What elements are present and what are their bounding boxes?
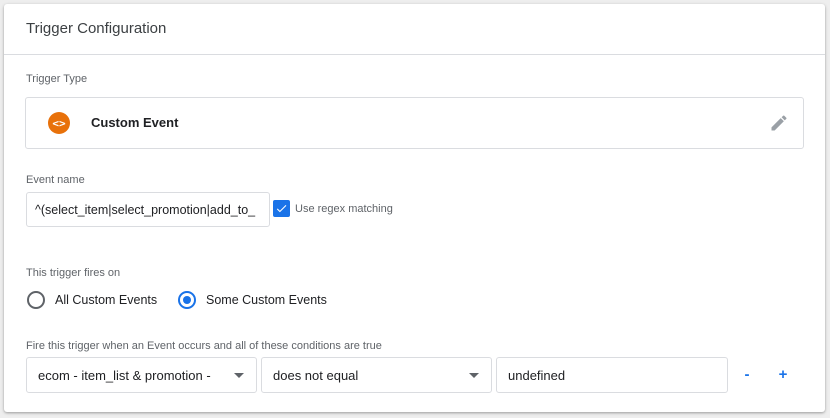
- condition-value-input[interactable]: [496, 357, 728, 393]
- radio-all-custom-events[interactable]: [27, 291, 45, 309]
- operator-select-value: does not equal: [273, 368, 359, 383]
- event-name-input[interactable]: [26, 192, 270, 227]
- title-divider: [4, 54, 825, 55]
- conditions-label: Fire this trigger when an Event occurs a…: [26, 340, 382, 352]
- radio-some-custom-events-label: Some Custom Events: [206, 293, 327, 307]
- trigger-type-name: Custom Event: [91, 115, 179, 130]
- add-condition-button[interactable]: +: [773, 364, 793, 384]
- variable-select[interactable]: ecom - item_list & promotion -: [26, 357, 257, 393]
- trigger-type-label: Trigger Type: [26, 73, 88, 85]
- checkmark-icon: [276, 205, 287, 213]
- code-brackets-icon: <>: [48, 112, 70, 134]
- event-name-label: Event name: [26, 174, 85, 186]
- fires-on-label: This trigger fires on: [26, 267, 121, 279]
- pencil-icon[interactable]: [769, 113, 789, 133]
- dropdown-arrow-icon: [234, 373, 244, 378]
- radio-some-custom-events[interactable]: [178, 291, 196, 309]
- radio-all-custom-events-label: All Custom Events: [55, 293, 158, 307]
- card-title: Trigger Configuration: [26, 20, 167, 37]
- remove-condition-button[interactable]: -: [737, 364, 757, 384]
- dropdown-arrow-icon: [469, 373, 479, 378]
- regex-checkbox-label: Use regex matching: [295, 203, 393, 215]
- regex-checkbox[interactable]: [273, 200, 290, 217]
- operator-select[interactable]: does not equal: [261, 357, 492, 393]
- trigger-configuration-card: Trigger Configuration Trigger Type <> Cu…: [4, 4, 825, 412]
- trigger-type-selector[interactable]: <> Custom Event: [25, 97, 804, 149]
- variable-select-value: ecom - item_list & promotion -: [38, 368, 211, 383]
